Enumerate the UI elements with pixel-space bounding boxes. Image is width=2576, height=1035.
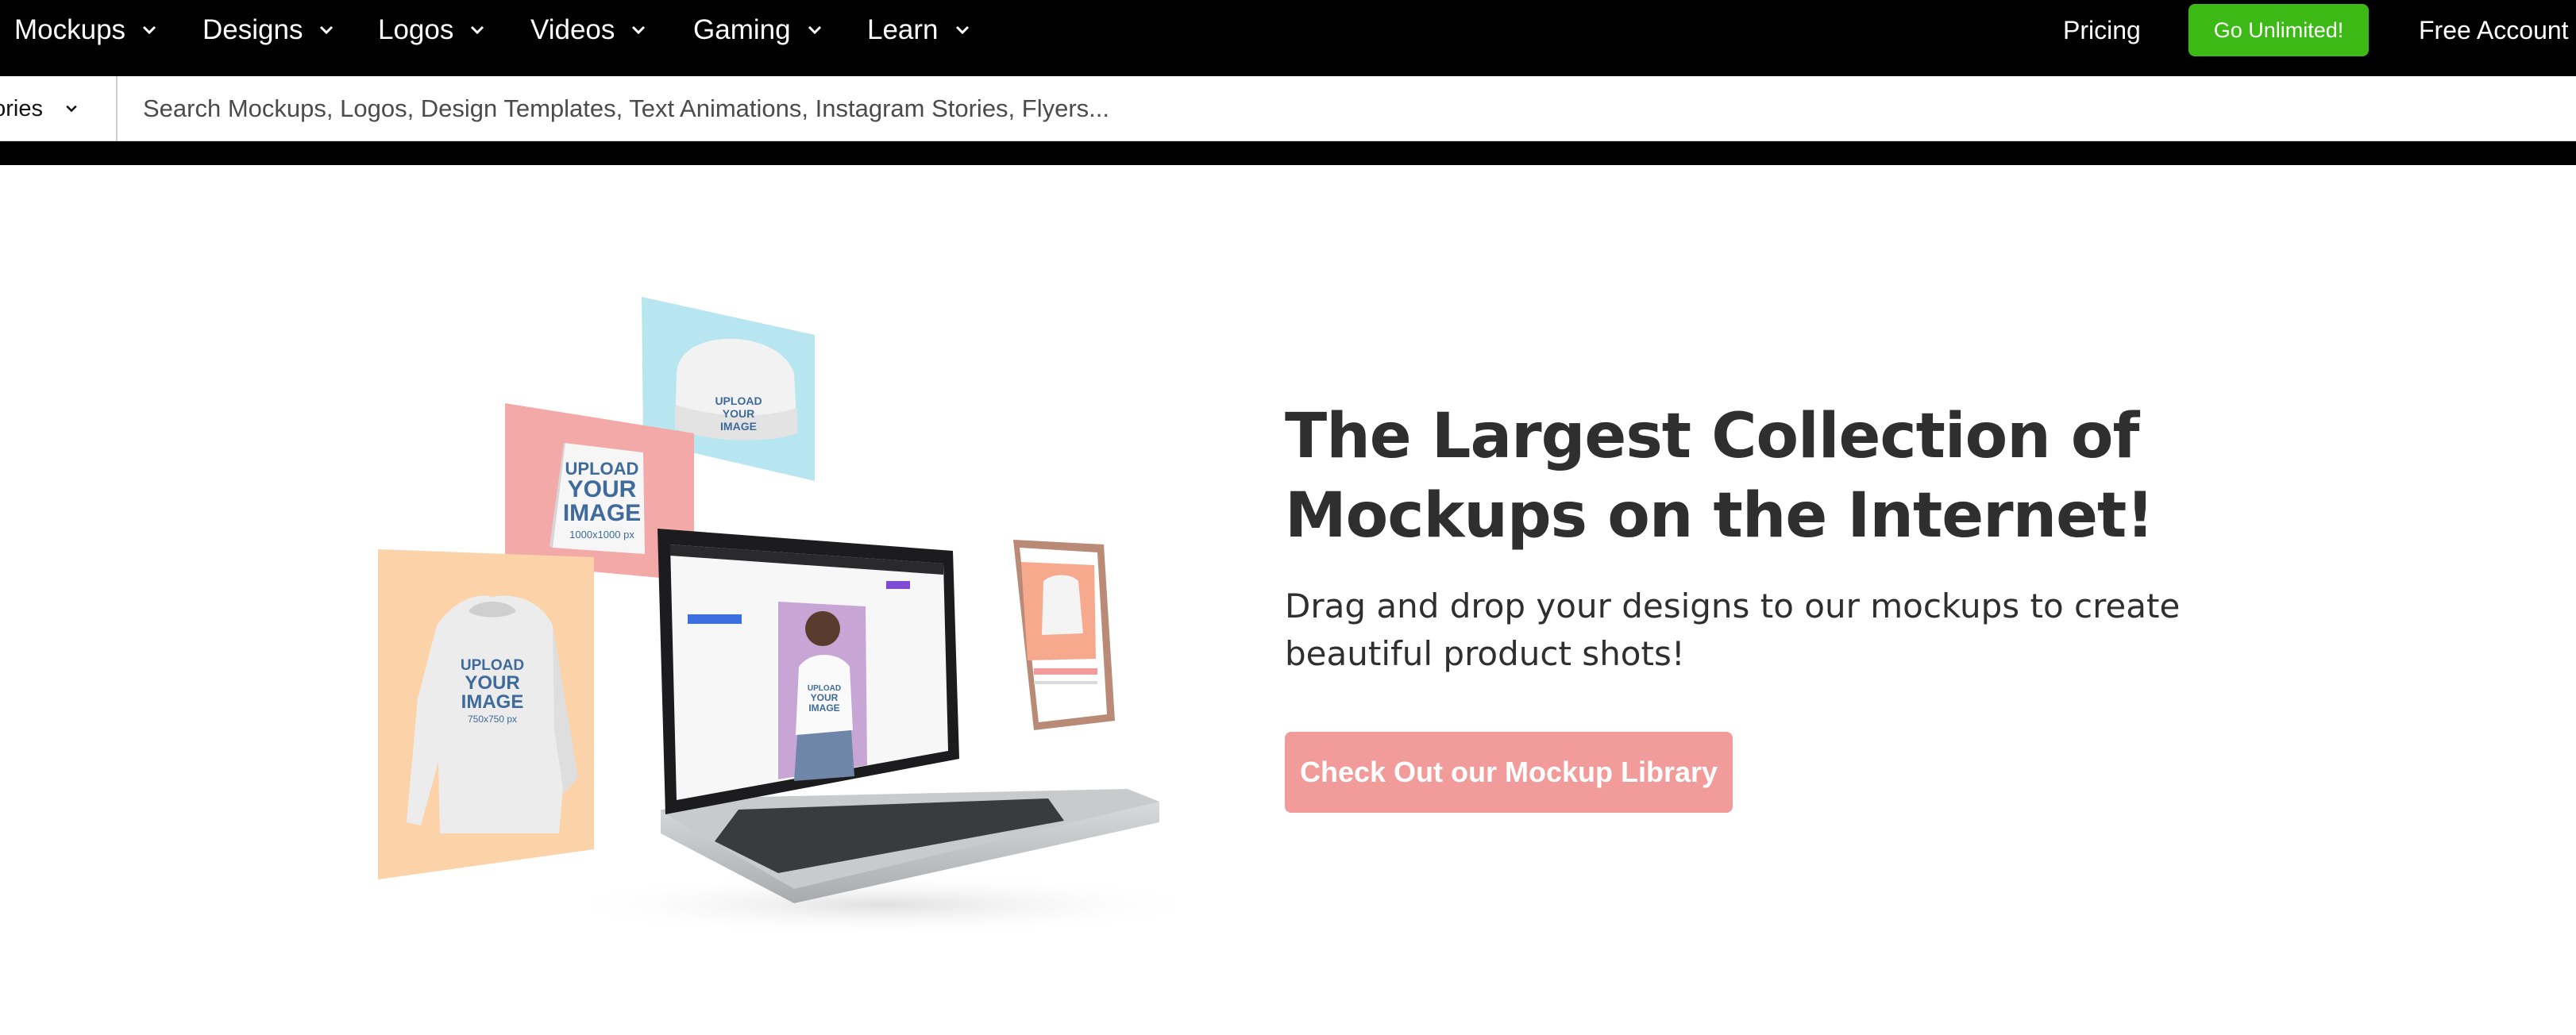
mockup-library-button[interactable]: Check Out our Mockup Library	[1285, 732, 1733, 813]
free-account-link[interactable]: Free Account	[2419, 0, 2569, 60]
chevron-down-icon	[953, 21, 972, 40]
nav-item-label: Logos	[378, 14, 454, 45]
svg-text:750x750 px: 750x750 px	[468, 714, 517, 725]
go-unlimited-button[interactable]: Go Unlimited!	[2188, 4, 2369, 56]
phone-mockup	[1013, 540, 1115, 730]
svg-text:IMAGE: IMAGE	[461, 691, 524, 713]
nav-item-label: Learn	[867, 14, 939, 45]
svg-text:IMAGE: IMAGE	[808, 702, 839, 714]
svg-text:1000x1000 px: 1000x1000 px	[569, 529, 634, 541]
chevron-down-icon	[64, 101, 79, 117]
svg-text:YOUR: YOUR	[811, 692, 839, 703]
svg-text:YOUR: YOUR	[723, 407, 754, 420]
hero-title: The Largest Collection of Mockups on the…	[1285, 401, 2154, 552]
categories-dropdown[interactable]: Categories	[0, 76, 118, 141]
chevron-down-icon	[468, 21, 487, 40]
chevron-down-icon	[140, 21, 159, 40]
pricing-link[interactable]: Pricing	[2063, 0, 2141, 60]
nav-item-gaming[interactable]: Gaming	[693, 0, 824, 60]
mockup-collage: UPLOAD YOUR IMAGE UPLOAD YOUR IMAGE 1000…	[378, 297, 1215, 937]
nav-item-label: Gaming	[693, 14, 791, 45]
header-divider	[0, 141, 2576, 165]
hoodie-mockup-card: UPLOAD YOUR IMAGE 750x750 px	[378, 549, 594, 879]
nav-item-designs[interactable]: Designs	[202, 0, 336, 60]
hero-subtitle: Drag and drop your designs to our mockup…	[1285, 587, 2181, 673]
nav-item-label: Designs	[202, 14, 303, 45]
svg-text:IMAGE: IMAGE	[720, 420, 757, 433]
chevron-down-icon	[805, 21, 824, 40]
search-bar: Categories	[0, 76, 2576, 141]
chevron-down-icon	[317, 21, 336, 40]
nav-item-label: Videos	[530, 14, 615, 45]
chevron-down-icon	[629, 21, 648, 40]
svg-text:YOUR: YOUR	[465, 672, 519, 694]
nav-item-learn[interactable]: Learn	[867, 0, 972, 60]
svg-text:YOUR: YOUR	[568, 476, 637, 502]
search-input[interactable]	[119, 86, 2549, 132]
svg-text:UPLOAD: UPLOAD	[461, 657, 524, 674]
nav-item-mockups[interactable]: Mockups	[14, 0, 159, 60]
nav-item-videos[interactable]: Videos	[530, 0, 648, 60]
nav-item-label: Mockups	[14, 14, 126, 45]
svg-text:UPLOAD: UPLOAD	[715, 394, 762, 407]
categories-label: Categories	[0, 95, 43, 121]
svg-text:IMAGE: IMAGE	[563, 500, 641, 526]
top-navigation: Mockups Designs Logos Videos Gaming Lear…	[0, 0, 2576, 76]
hero-illustration: UPLOAD YOUR IMAGE UPLOAD YOUR IMAGE 1000…	[365, 286, 1231, 937]
nav-item-logos[interactable]: Logos	[378, 0, 487, 60]
